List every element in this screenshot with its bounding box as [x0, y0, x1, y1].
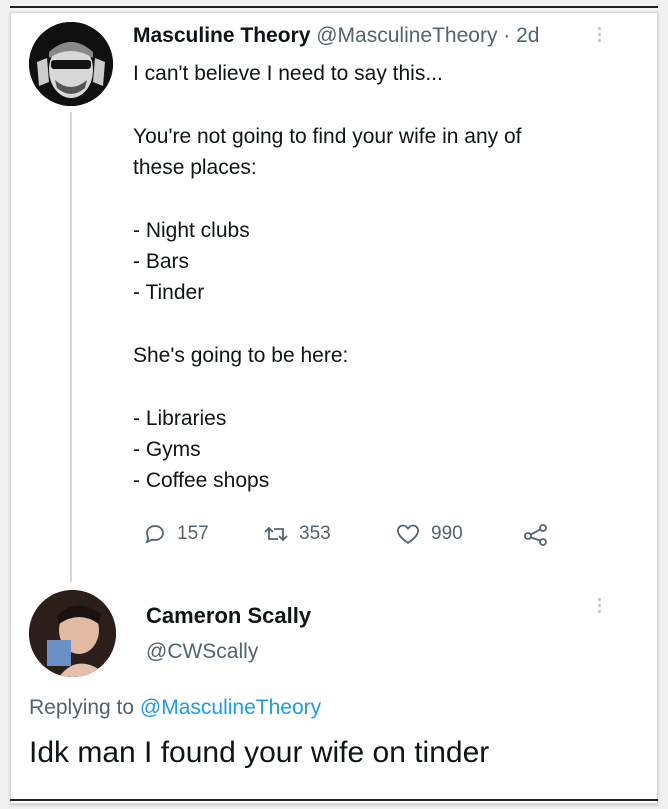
retweet-button[interactable]: 353: [263, 522, 331, 546]
tweet-time[interactable]: 2d: [516, 24, 539, 47]
tweet-line: - Gyms: [133, 438, 201, 461]
reply-text: Idk man I found your wife on tinder: [29, 736, 490, 769]
retweet-icon: [264, 526, 288, 542]
reply-author-handle[interactable]: @CWScally: [146, 640, 258, 664]
tweet-line: I can't believe I need to say this...: [133, 62, 443, 85]
tweet-line: - Night clubs: [133, 219, 250, 242]
retweet-count: 353: [299, 523, 331, 544]
reply-author-name[interactable]: Cameron Scally: [146, 603, 311, 629]
reply-count: 157: [177, 523, 209, 544]
like-button[interactable]: 990: [395, 522, 463, 546]
tweet-line: - Coffee shops: [133, 469, 270, 492]
frame-bottom-border: [10, 799, 658, 801]
replying-to-handle-link[interactable]: @MasculineTheory: [140, 696, 321, 719]
meta-separator: ·: [497, 24, 517, 47]
avatar[interactable]: [29, 590, 116, 677]
masked-face-avatar-icon: [29, 22, 113, 106]
share-button[interactable]: [523, 522, 549, 546]
more-options-icon[interactable]: [598, 595, 601, 616]
replying-to-label: Replying to: [29, 696, 140, 719]
thread-connector-line: [70, 112, 72, 582]
person-photo-avatar-icon: [29, 590, 116, 677]
tweet-line: You're not going to find your wife in an…: [133, 125, 522, 148]
reply-icon: [145, 525, 164, 544]
author-handle[interactable]: @MasculineTheory: [316, 24, 497, 47]
tweet-line: these places:: [133, 156, 257, 179]
tweet-line: She's going to be here:: [133, 344, 349, 367]
more-options-icon[interactable]: [598, 24, 601, 45]
heart-icon: [397, 524, 419, 545]
reply-button[interactable]: 157: [143, 522, 209, 546]
tweet-actions: 157 353 990: [133, 522, 573, 556]
author-name[interactable]: Masculine Theory: [133, 24, 310, 47]
frame-top-border: [10, 6, 658, 8]
tweet-header: Masculine Theory @MasculineTheory · 2d: [133, 22, 539, 50]
like-count: 990: [431, 523, 463, 544]
tweet-line: - Bars: [133, 250, 190, 273]
tweet-text: I can't believe I need to say this... Yo…: [133, 58, 603, 496]
replying-to-line: Replying to @MasculineTheory: [29, 696, 321, 720]
share-icon: [524, 524, 547, 546]
tweet-line: - Tinder: [133, 281, 205, 304]
tweet-line: - Libraries: [133, 407, 227, 430]
avatar[interactable]: [29, 22, 113, 106]
